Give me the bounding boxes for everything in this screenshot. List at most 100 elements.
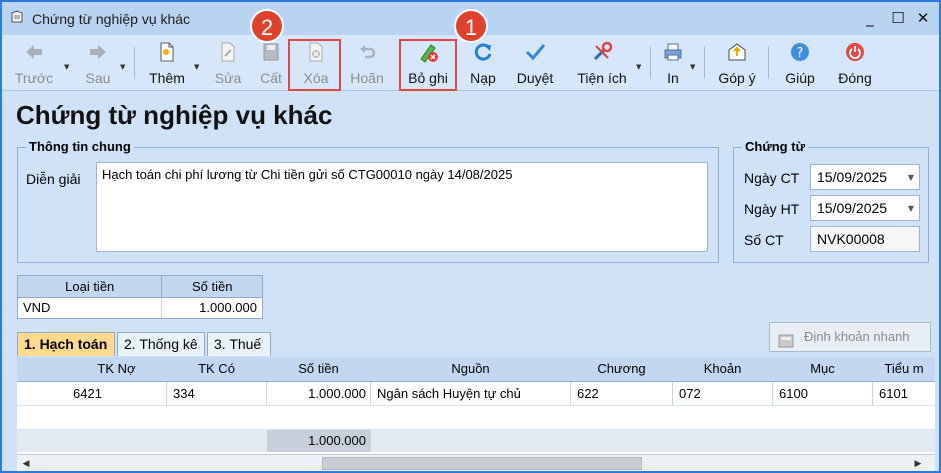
- form-content: Chứng từ nghiệp vụ khác Thông tin chung …: [2, 92, 939, 471]
- section-header: Mục: [773, 357, 873, 381]
- page-title: Chứng từ nghiệp vụ khác: [16, 100, 333, 130]
- next-button[interactable]: Sau: [78, 41, 118, 87]
- scroll-left-icon[interactable]: ◀: [17, 455, 35, 471]
- edit-button[interactable]: Sửa: [210, 41, 246, 87]
- scroll-right-icon[interactable]: ▶: [909, 455, 927, 471]
- grid-header-row: TK Nợ TK Có Số tiền Nguồn Chương Khoản M…: [17, 357, 935, 382]
- currency-type-cell[interactable]: VND: [18, 298, 163, 318]
- voucher-number-field[interactable]: NVK00008: [810, 226, 920, 252]
- debit-account-header: TK Nợ: [67, 357, 167, 381]
- currency-table-header: Loại tiền Số tiền: [18, 276, 262, 298]
- currency-row[interactable]: VND 1.000.000: [18, 298, 262, 318]
- print-dropdown-icon[interactable]: ▼: [690, 63, 695, 71]
- save-button[interactable]: Cất: [254, 41, 288, 87]
- amount-cell[interactable]: 1.000.000: [267, 382, 371, 406]
- horizontal-scrollbar[interactable]: ◀ ▶: [17, 454, 935, 471]
- scroll-thumb[interactable]: [322, 457, 642, 470]
- power-icon: [832, 41, 878, 65]
- save-icon: [254, 41, 288, 65]
- arrow-right-icon: [78, 41, 118, 65]
- section-cell[interactable]: 6100: [773, 382, 873, 406]
- chapter-header: Chương: [571, 357, 673, 381]
- source-cell[interactable]: Ngân sách Huyện tự chủ: [371, 382, 571, 406]
- description-field[interactable]: Hạch toán chi phí lương từ Chi tiền gửi …: [96, 162, 708, 252]
- utilities-dropdown-icon[interactable]: ▼: [636, 63, 641, 71]
- voucher-number-label: Số CT: [744, 232, 784, 248]
- currency-table: Loại tiền Số tiền VND 1.000.000: [17, 275, 263, 319]
- general-info-legend: Thông tin chung: [26, 139, 134, 154]
- currency-amount-cell[interactable]: 1.000.000: [162, 298, 262, 318]
- date-ct-value: 15/09/2025: [817, 169, 888, 185]
- minimize-button[interactable]: _: [860, 8, 880, 28]
- table-row-empty[interactable]: [17, 406, 935, 430]
- arrow-left-icon: [10, 41, 58, 65]
- close-form-button[interactable]: Đóng: [832, 41, 878, 87]
- add-button[interactable]: Thêm: [145, 41, 189, 87]
- next-dropdown-icon[interactable]: ▼: [120, 63, 125, 71]
- voucher-window: Chứng từ nghiệp vụ khác _ ☐ ✕ Trước ▼ Sa…: [0, 0, 941, 473]
- toolbar: Trước ▼ Sau ▼ Thêm ▼ Sửa Cất Xóa Hoãn Bỏ…: [2, 35, 939, 91]
- step-badge-1: 1: [454, 9, 488, 43]
- tab-accounting[interactable]: 1. Hạch toán: [17, 332, 115, 356]
- step-badge-2: 2: [250, 9, 284, 43]
- tools-icon: [572, 41, 632, 65]
- subsection-header: Tiểu m: [884, 361, 924, 376]
- grid-total-row: 1.000.000: [17, 430, 935, 452]
- prev-button[interactable]: Trước: [10, 41, 58, 87]
- date-ct-picker[interactable]: 15/09/2025 ▼: [810, 164, 920, 190]
- date-ct-label: Ngày CT: [744, 170, 800, 186]
- toolbar-separator: [134, 47, 135, 79]
- date-ht-label: Ngày HT: [744, 201, 800, 217]
- credit-account-cell[interactable]: 334: [167, 382, 267, 406]
- feedback-icon: [714, 41, 760, 65]
- tab-statistics[interactable]: 2. Thống kê: [117, 332, 205, 356]
- amount-total-cell: 1.000.000: [267, 430, 371, 452]
- voucher-legend: Chứng từ: [742, 139, 808, 154]
- currency-amount-header: Số tiền: [191, 279, 233, 294]
- edit-document-icon: [210, 41, 246, 65]
- credit-account-header: TK Có: [167, 357, 267, 381]
- item-cell[interactable]: 072: [673, 382, 773, 406]
- tab-tax[interactable]: 3. Thuế: [207, 332, 271, 356]
- calculator-icon: [778, 330, 796, 358]
- feedback-button[interactable]: Góp ý: [714, 41, 760, 87]
- description-label: Diễn giải: [26, 171, 81, 187]
- chevron-down-icon[interactable]: ▼: [908, 173, 914, 182]
- currency-type-header: Loại tiền: [18, 276, 163, 297]
- table-row[interactable]: 6421 334 1.000.000 Ngân sách Huyện tự ch…: [17, 382, 935, 406]
- debit-account-cell[interactable]: 6421: [67, 382, 167, 406]
- unpost-highlight-box: [399, 39, 457, 91]
- approve-button[interactable]: Duyệt: [512, 41, 558, 87]
- maximize-button[interactable]: ☐: [888, 8, 908, 28]
- undo-icon: [346, 41, 388, 65]
- window-title: Chứng từ nghiệp vụ khác: [32, 11, 191, 27]
- date-ht-value: 15/09/2025: [817, 200, 888, 216]
- subsection-cell[interactable]: 6101: [873, 382, 935, 406]
- printer-icon: [658, 41, 688, 65]
- new-document-icon: [145, 41, 189, 65]
- toolbar-separator: [704, 47, 705, 79]
- delete-highlight-box: [288, 39, 341, 91]
- voucher-group: Chứng từ Ngày CT 15/09/2025 ▼ Ngày HT 15…: [733, 139, 929, 263]
- help-button[interactable]: ? Giúp: [780, 41, 820, 87]
- checkmark-icon: [512, 41, 558, 65]
- quick-entry-button[interactable]: Định khoản nhanh: [769, 322, 931, 352]
- item-header: Khoản: [673, 357, 773, 381]
- chevron-down-icon[interactable]: ▼: [908, 204, 914, 213]
- add-dropdown-icon[interactable]: ▼: [194, 63, 199, 71]
- print-button[interactable]: In: [658, 41, 688, 87]
- refresh-icon: [464, 41, 502, 65]
- toolbar-separator: [650, 47, 651, 79]
- general-info-group: Thông tin chung Diễn giải Hạch toán chi …: [17, 139, 719, 263]
- defer-button[interactable]: Hoãn: [346, 41, 388, 87]
- toolbar-separator: [768, 47, 769, 79]
- utilities-button[interactable]: Tiện ích: [572, 41, 632, 87]
- reload-button[interactable]: Nạp: [464, 41, 502, 87]
- accounting-grid: TK Nợ TK Có Số tiền Nguồn Chương Khoản M…: [17, 357, 935, 471]
- prev-dropdown-icon[interactable]: ▼: [64, 63, 69, 71]
- chapter-cell[interactable]: 622: [571, 382, 673, 406]
- help-icon: ?: [780, 41, 820, 65]
- date-ht-picker[interactable]: 15/09/2025 ▼: [810, 195, 920, 221]
- close-button[interactable]: ✕: [913, 8, 933, 28]
- app-icon: [10, 10, 24, 24]
